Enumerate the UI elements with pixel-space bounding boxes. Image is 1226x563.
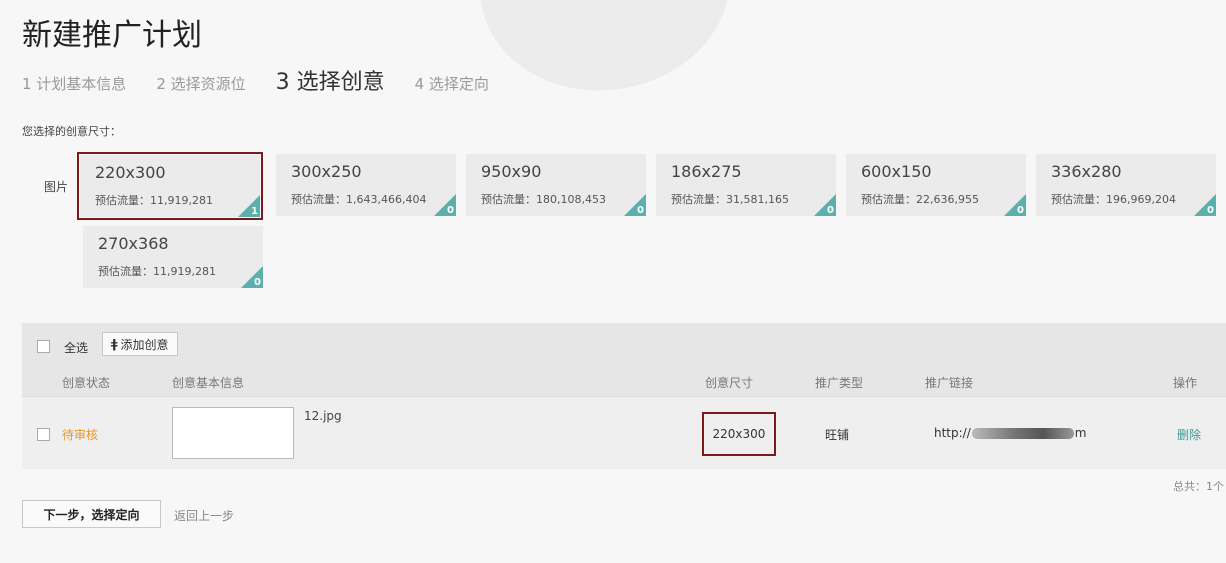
header-link: 推广链接 [925,376,974,390]
tile-count: 1 [251,206,258,217]
tile-size: 270x368 [98,234,169,253]
tile-size: 220x300 [95,163,166,182]
size-tile-186x275[interactable]: 186x275 预估流量：31,581,165 0 [656,154,836,216]
size-tile-220x300[interactable]: 220x300 预估流量：11,919,281 1 [77,152,263,220]
plus-icon: ǂ [111,337,118,351]
delete-link[interactable]: 删除 [1177,426,1201,443]
tile-flow: 预估流量：11,919,281 [98,265,216,278]
step-3-active[interactable]: 3 选择创意 [276,64,385,96]
select-all-label[interactable]: 全选 [64,339,88,356]
size-tile-336x280[interactable]: 336x280 预估流量：196,969,204 0 [1036,154,1216,216]
row-checkbox[interactable] [37,428,50,441]
header-size: 创意尺寸 [705,376,754,390]
step-2[interactable]: 2 选择资源位 [156,73,245,94]
tile-size: 950x90 [481,162,542,181]
tile-flow: 预估流量：180,108,453 [481,193,606,206]
creative-thumbnail[interactable] [172,407,294,459]
promotion-type: 旺铺 [825,428,850,442]
add-creative-button[interactable]: ǂ 添加创意 [102,332,178,356]
tile-flow: 预估流量：31,581,165 [671,193,789,206]
link-suffix: m [1074,426,1087,440]
add-creative-label: 添加创意 [120,337,169,352]
tile-count: 0 [1207,205,1214,216]
step-nav: 1 计划基本信息 2 选择资源位 3 选择创意 4 选择定向 [22,64,519,96]
creative-size-value: 220x300 [712,427,766,441]
tile-flow: 预估流量：1,643,466,404 [291,193,427,206]
tile-count: 0 [1017,205,1024,216]
tile-size: 186x275 [671,162,742,181]
table-row: 待审核 12.jpg 220x300 旺铺 http:// m 删除 [22,396,1226,469]
promotion-link[interactable]: http:// m [934,426,1086,440]
size-tile-600x150[interactable]: 600x150 预估流量：22,636,955 0 [846,154,1026,216]
size-tile-950x90[interactable]: 950x90 预估流量：180,108,453 0 [466,154,646,216]
tile-count: 0 [827,205,834,216]
creative-table: 全选 ǂ 添加创意 创意状态 创意基本信息 创意尺寸 推广类型 推广链接 操作 … [22,323,1226,469]
header-info: 创意基本信息 [172,376,245,390]
creative-filename: 12.jpg [304,409,342,423]
select-all-checkbox[interactable] [37,340,50,353]
back-link[interactable]: 返回上一步 [174,507,234,524]
link-prefix: http:// [934,426,971,440]
tile-size: 300x250 [291,162,362,181]
tile-flow: 预估流量：11,919,281 [95,194,213,207]
selected-sizes-label: 您选择的创意尺寸： [22,125,121,138]
size-tile-270x368[interactable]: 270x368 预估流量：11,919,281 0 [83,226,263,288]
size-tile-300x250[interactable]: 300x250 预估流量：1,643,466,404 0 [276,154,456,216]
step-4[interactable]: 4 选择定向 [415,73,489,94]
next-step-button[interactable]: 下一步，选择定向 [22,500,161,528]
step-1[interactable]: 1 计划基本信息 [22,73,126,94]
total-count: 总共：1个 [1173,480,1224,493]
tile-size: 336x280 [1051,162,1122,181]
header-type: 推广类型 [815,376,864,390]
header-status: 创意状态 [62,376,111,390]
tile-count: 0 [254,277,261,288]
tile-size: 600x150 [861,162,932,181]
tile-count: 0 [637,205,644,216]
tile-flow: 预估流量：22,636,955 [861,193,979,206]
status-badge: 待审核 [62,428,99,442]
image-row-label: 图片 [44,180,69,194]
tile-count: 0 [447,205,454,216]
redaction-mask [971,428,1074,439]
tile-flow: 预估流量：196,969,204 [1051,193,1176,206]
page-title: 新建推广计划 [22,18,202,53]
creative-size-cell: 220x300 [702,412,776,456]
header-action: 操作 [1173,376,1198,390]
